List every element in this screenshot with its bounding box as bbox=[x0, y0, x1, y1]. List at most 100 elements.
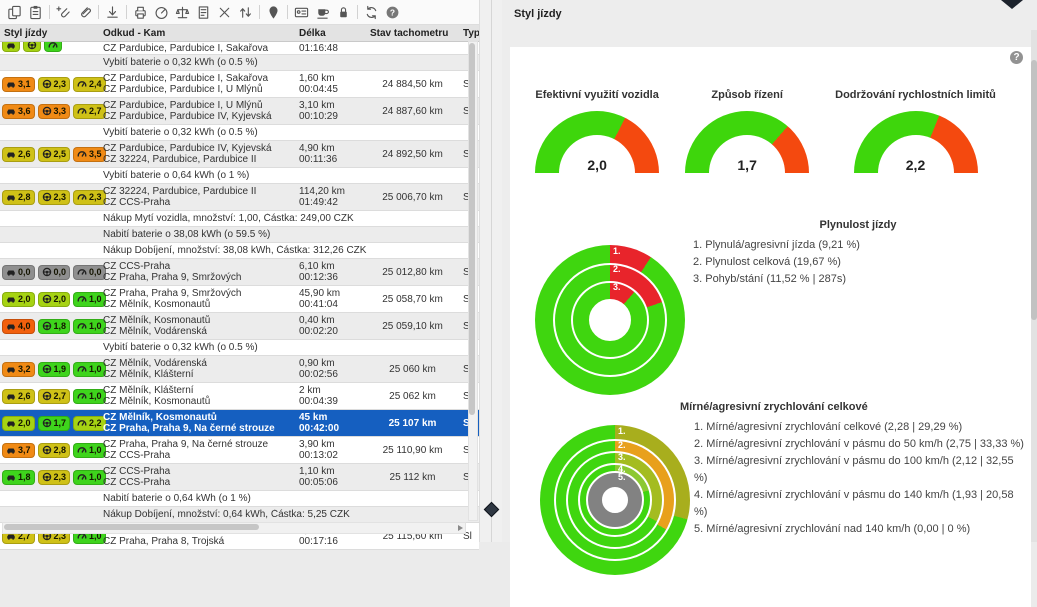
car-icon bbox=[6, 364, 16, 374]
coffee-toolbar-button[interactable] bbox=[312, 2, 333, 22]
vehicle-usage-score-badge: 3,2 bbox=[2, 362, 35, 377]
trip-duration: 01:16:48 bbox=[299, 43, 366, 54]
smoothness-section: Plynulost jízdy 1. Plynulá/agresivní jíz… bbox=[693, 219, 1023, 288]
route-x-toolbar-button[interactable] bbox=[214, 2, 235, 22]
trip-row[interactable]: 2,62,53,5CZ Pardubice, Pardubice IV, Kyj… bbox=[0, 141, 479, 168]
driving-manner-score-badge: 2,5 bbox=[38, 147, 71, 162]
location-pin-toolbar-button[interactable] bbox=[263, 2, 284, 22]
collapse-arrow-icon[interactable] bbox=[1001, 0, 1023, 9]
driving-manner-score-badge: 2,3 bbox=[38, 77, 71, 92]
table-horizontal-scrollbar[interactable] bbox=[2, 522, 466, 534]
column-header-1[interactable]: Odkud - Kam bbox=[99, 28, 295, 39]
scrollbar-thumb[interactable] bbox=[469, 43, 475, 415]
scrollbar-thumb[interactable] bbox=[1031, 60, 1037, 320]
odometer-cell: 25 006,70 km bbox=[366, 192, 459, 203]
tachometer-icon bbox=[154, 5, 169, 20]
event-text: Nabití baterie o 38,08 kWh (o 59.5 %) bbox=[99, 229, 479, 240]
event-row[interactable]: Nabití baterie o 38,08 kWh (o 59.5 %) bbox=[0, 227, 479, 243]
scroll-right-arrow-icon[interactable] bbox=[458, 525, 463, 531]
trip-row[interactable]: 2,82,32,3CZ 32224, Pardubice, Pardubice … bbox=[0, 184, 479, 211]
event-row[interactable]: Vybití baterie o 0,32 kWh (o 0.5 %) bbox=[0, 340, 479, 356]
length-cell: 45,90 km00:41:04 bbox=[295, 288, 366, 310]
trip-row[interactable]: 1,82,31,0CZ CCS-PrahaCZ CCS-Praha1,10 km… bbox=[0, 464, 479, 491]
event-row[interactable]: Nabití baterie o 0,64 kWh (o 1 %) bbox=[0, 491, 479, 507]
section-item: 2. Mírné/agresivní zrychlování v pásmu d… bbox=[694, 436, 1028, 453]
style-score-badges: 2,62,71,0 bbox=[0, 389, 99, 404]
ring-label: 1. bbox=[613, 246, 621, 256]
trip-distance: 4,90 km bbox=[299, 143, 366, 154]
panel-splitter[interactable] bbox=[479, 0, 504, 542]
event-row[interactable]: Nákup Dobíjení, množství: 38,08 kWh, Čás… bbox=[0, 243, 479, 259]
column-header-3[interactable]: Stav tachometru bbox=[366, 28, 459, 39]
trip-row[interactable]: 2,01,72,2CZ Mělník, KosmonautůCZ Praha, … bbox=[0, 410, 479, 437]
length-cell: 01:16:48 bbox=[295, 43, 366, 54]
print-toolbar-button[interactable] bbox=[130, 2, 151, 22]
smoothness-donut-chart: 1.2.3. bbox=[535, 245, 685, 395]
speed-limit-score-badge bbox=[44, 42, 62, 52]
route-from: CZ Praha, Praha 9, Na černé strouze bbox=[103, 439, 295, 450]
ring-label: 5. bbox=[618, 472, 626, 482]
notes-toolbar-button[interactable] bbox=[193, 2, 214, 22]
clipboard-toolbar-button[interactable] bbox=[25, 2, 46, 22]
event-text: Vybití baterie o 0,64 kWh (o 1 %) bbox=[99, 170, 479, 181]
tachometer-toolbar-button[interactable] bbox=[151, 2, 172, 22]
trip-row[interactable]: 3,72,81,0CZ Praha, Praha 9, Na černé str… bbox=[0, 437, 479, 464]
trip-row[interactable]: 3,12,32,4CZ Pardubice, Pardubice I, Saka… bbox=[0, 71, 479, 98]
panel-title: Styl jízdy bbox=[514, 8, 562, 20]
event-row[interactable]: Vybití baterie o 0,32 kWh (o 0.5 %) bbox=[0, 55, 479, 71]
event-row[interactable]: Nákup Mytí vozidla, množství: 1,00, Část… bbox=[0, 211, 479, 227]
trip-row[interactable]: CZ Pardubice, Pardubice I, Sakařova01:16… bbox=[0, 42, 479, 55]
trip-duration: 00:02:56 bbox=[299, 369, 366, 380]
trip-row[interactable]: 3,21,91,0CZ Mělník, VodárenskáCZ Mělník,… bbox=[0, 356, 479, 383]
toolbar-separator bbox=[49, 5, 50, 19]
event-row[interactable]: Vybití baterie o 0,64 kWh (o 1 %) bbox=[0, 168, 479, 184]
attach-add-toolbar-button[interactable] bbox=[53, 2, 74, 22]
trip-duration: 00:04:45 bbox=[299, 84, 366, 95]
location-pin-icon bbox=[266, 5, 281, 20]
trip-duration: 00:13:02 bbox=[299, 450, 366, 461]
route-cell: CZ 32224, Pardubice, Pardubice IICZ CCS-… bbox=[99, 186, 295, 208]
trip-row[interactable]: 2,62,71,0CZ Mělník, KlášterníCZ Mělník, … bbox=[0, 383, 479, 410]
scale-toolbar-button[interactable] bbox=[172, 2, 193, 22]
donut-hole bbox=[589, 299, 631, 341]
toolbar-separator bbox=[259, 5, 260, 19]
download-toolbar-button[interactable] bbox=[102, 2, 123, 22]
trip-distance: 6,10 km bbox=[299, 261, 366, 272]
length-cell: 114,20 km01:49:42 bbox=[295, 186, 366, 208]
scrollbar-thumb[interactable] bbox=[4, 524, 259, 530]
event-row[interactable]: Nákup Dobíjení, množství: 0,64 kWh, Část… bbox=[0, 507, 479, 523]
route-cell: CZ Praha, Praha 9, SmržovýchCZ Mělník, K… bbox=[99, 288, 295, 310]
id-card-toolbar-button[interactable] bbox=[291, 2, 312, 22]
speedometer-icon bbox=[48, 42, 58, 50]
trip-row[interactable]: 0,00,00,0CZ CCS-PrahaCZ Praha, Praha 9, … bbox=[0, 259, 479, 286]
driving-manner-score-badge: 3,3 bbox=[38, 104, 71, 119]
trip-row[interactable]: 3,63,32,7CZ Pardubice, Pardubice I, U Ml… bbox=[0, 98, 479, 125]
panel-scrollbar[interactable] bbox=[1031, 30, 1037, 542]
event-row[interactable]: Vybití baterie o 0,32 kWh (o 0.5 %) bbox=[0, 125, 479, 141]
trip-row[interactable]: 2,02,01,0CZ Praha, Praha 9, SmržovýchCZ … bbox=[0, 286, 479, 313]
table-vertical-scrollbar[interactable] bbox=[468, 41, 478, 521]
column-header-0[interactable]: Styl jízdy bbox=[0, 28, 99, 39]
odometer-cell: 25 112 km bbox=[366, 472, 459, 483]
gauge-value: 1,7 bbox=[685, 157, 809, 173]
trip-row[interactable]: 4,01,81,0CZ Mělník, KosmonautůCZ Mělník,… bbox=[0, 313, 479, 340]
transfer-arrows-toolbar-button[interactable] bbox=[235, 2, 256, 22]
car-icon bbox=[6, 418, 16, 428]
lock-toolbar-button[interactable] bbox=[333, 2, 354, 22]
route-to: CZ Praha, Praha 9, Smržových bbox=[103, 272, 295, 283]
help-toolbar-button[interactable]: ? bbox=[382, 2, 403, 22]
vehicle-usage-score-badge: 3,1 bbox=[2, 77, 35, 92]
column-header-2[interactable]: Délka bbox=[295, 28, 366, 39]
length-cell: 6,10 km00:12:36 bbox=[295, 261, 366, 283]
sync-toolbar-button[interactable] bbox=[361, 2, 382, 22]
splitter-handle-icon[interactable] bbox=[484, 502, 500, 518]
copy-toolbar-button[interactable] bbox=[4, 2, 25, 22]
help-icon[interactable]: ? bbox=[1010, 51, 1023, 64]
attach-toolbar-button[interactable] bbox=[74, 2, 95, 22]
route-from: CZ 32224, Pardubice, Pardubice II bbox=[103, 186, 295, 197]
trip-duration: 00:05:06 bbox=[299, 477, 366, 488]
column-header-4[interactable]: Typ bbox=[459, 28, 479, 39]
section-item: 1. Mírné/agresivní zrychlování celkové (… bbox=[694, 419, 1028, 436]
car-icon bbox=[6, 445, 16, 455]
style-score-badges: 2,02,01,0 bbox=[0, 292, 99, 307]
